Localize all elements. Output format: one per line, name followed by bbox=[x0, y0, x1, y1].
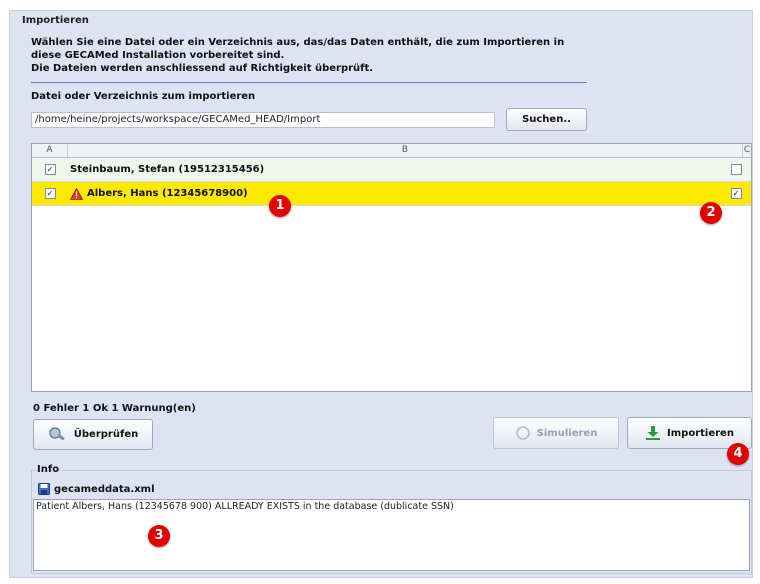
simulate-button[interactable]: Simulieren bbox=[493, 417, 619, 449]
warning-icon bbox=[70, 187, 83, 200]
browse-button-label: Suchen.. bbox=[522, 114, 571, 125]
simulate-button-label: Simulieren bbox=[536, 427, 598, 439]
marker-badge: 2 bbox=[700, 202, 722, 224]
row-checkbox-c[interactable]: ✓ bbox=[730, 188, 742, 199]
browse-button[interactable]: Suchen.. bbox=[506, 108, 587, 131]
column-header-a[interactable]: A bbox=[32, 144, 68, 157]
description-line: Die Dateien werden anschliessend auf Ric… bbox=[31, 63, 374, 74]
row-checkbox-a[interactable]: ✓ bbox=[44, 188, 56, 199]
panel-title: Importieren bbox=[22, 15, 89, 26]
separator bbox=[31, 82, 587, 83]
column-header-c[interactable]: C bbox=[743, 144, 751, 157]
check-icon bbox=[49, 426, 65, 440]
row-checkbox-c[interactable] bbox=[730, 164, 742, 175]
check-button-label: Überprüfen bbox=[73, 429, 139, 440]
import-table: A B C ✓ Steinbaum, Stefan (19512315456) … bbox=[31, 143, 752, 392]
patient-name: Steinbaum, Stefan (19512315456) bbox=[70, 164, 265, 175]
description-line: diese GECAMed Installation vorbereitet s… bbox=[31, 50, 285, 61]
info-message: Patient Albers, Hans (12345678 900) ALLR… bbox=[36, 501, 454, 512]
floppy-disk-icon bbox=[38, 483, 50, 495]
row-checkbox-a[interactable]: ✓ bbox=[44, 164, 56, 175]
column-header-b[interactable]: B bbox=[68, 144, 743, 157]
marker-badge: 3 bbox=[148, 525, 170, 547]
check-button[interactable]: Überprüfen bbox=[33, 419, 153, 450]
table-row[interactable]: ✓ Steinbaum, Stefan (19512315456) bbox=[32, 158, 751, 182]
table-header: A B C bbox=[32, 144, 751, 158]
info-filename: gecameddata.xml bbox=[38, 483, 155, 495]
path-input[interactable]: /home/heine/projects/workspace/GECAMed_H… bbox=[31, 112, 495, 128]
status-summary: 0 Fehler 1 Ok 1 Warnung(en) bbox=[33, 403, 196, 414]
import-button-label: Importieren bbox=[667, 427, 734, 439]
path-label: Datei oder Verzeichnis zum importieren bbox=[31, 91, 256, 102]
import-description: Wählen Sie eine Datei oder ein Verzeichn… bbox=[31, 36, 564, 75]
table-row[interactable]: ✓ Albers, Hans (12345678900) ✓ bbox=[32, 182, 751, 206]
marker-badge: 1 bbox=[269, 195, 291, 217]
marker-badge: 4 bbox=[727, 443, 749, 465]
filename-text: gecameddata.xml bbox=[54, 483, 155, 495]
info-message-area[interactable]: Patient Albers, Hans (12345678 900) ALLR… bbox=[33, 499, 750, 571]
description-line: Wählen Sie eine Datei oder ein Verzeichn… bbox=[31, 37, 565, 48]
download-icon bbox=[646, 426, 661, 440]
patient-name: Albers, Hans (12345678900) bbox=[87, 188, 248, 199]
simulate-icon bbox=[515, 426, 530, 440]
info-label: Info bbox=[37, 464, 60, 475]
